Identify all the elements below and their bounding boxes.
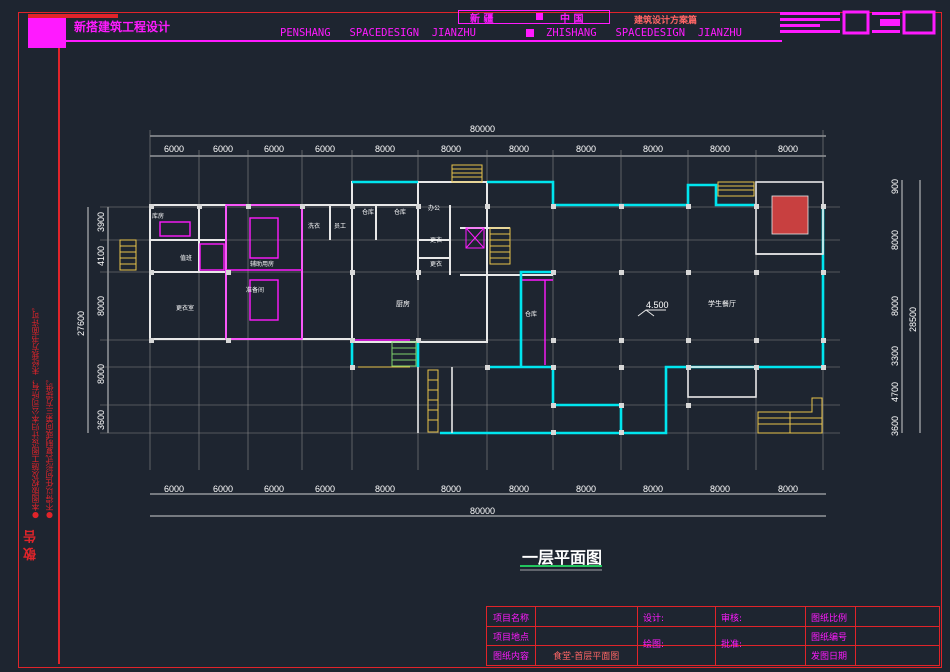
title-block: 项目名称 项目地点 图纸内容 食堂-首层平面图 设计: 绘图: 审核: 批准: … [486,606,940,666]
elevation-value: 4.500 [646,300,669,310]
room-warehouse2: 仓库 [394,208,406,216]
room-prep: 准备间 [246,286,264,294]
right-row-2: 8000 [890,230,900,250]
room-pantry: 库房 [152,212,164,220]
bay-bottom-4: 6000 [315,484,335,494]
bay-bottom-5: 8000 [375,484,395,494]
right-row-6: 3600 [890,416,900,436]
bay-bottom-2: 6000 [213,484,233,494]
room-changing: 更衣室 [176,304,194,312]
bay-top-10: 8000 [710,144,730,154]
number-label: 图纸编号 [811,633,848,643]
bay-bottom-8: 8000 [576,484,596,494]
approve-label: 批准: [721,640,743,650]
left-row-1: 3900 [96,212,106,232]
drawing-content-label: 图纸内容 [493,652,530,662]
room-dining: 学生餐厅 [708,299,736,308]
room-storage: 仓库 [525,310,537,318]
bay-top-1: 6000 [164,144,184,154]
bay-top-11: 8000 [778,144,798,154]
project-site-label: 项目地点 [493,633,530,643]
room-staff: 员工 [334,223,346,230]
review-label: 审核: [721,614,743,624]
left-row-2: 4100 [96,246,106,266]
project-name-label: 项目名称 [493,614,530,624]
bay-top-4: 6000 [315,144,335,154]
right-row-4: 3300 [890,346,900,366]
drawn-label: 绘图: [643,640,665,650]
right-row-3: 8000 [890,296,900,316]
right-row-1: 900 [890,179,900,194]
bay-top-6: 8000 [441,144,461,154]
bay-bottom-11: 8000 [778,484,798,494]
bay-top-2: 6000 [213,144,233,154]
left-row-3: 8000 [96,296,106,316]
bay-bottom-6: 8000 [441,484,461,494]
room-warehouse1: 仓库 [362,208,374,216]
room-kitchen: 厨房 [396,299,410,308]
dimension-labels: 80000 80000 6000 6000 6000 6000 8000 800… [76,124,918,516]
bay-top-7: 8000 [509,144,529,154]
left-row-5: 3600 [96,410,106,430]
scale-label: 图纸比例 [811,614,848,624]
bay-bottom-1: 6000 [164,484,184,494]
left-row-4: 8000 [96,364,106,384]
plan-title: 一层平面图 [522,548,603,567]
bay-bottom-10: 8000 [710,484,730,494]
room-restroom2: 更衣 [430,260,442,268]
date-label: 发图日期 [811,652,848,662]
right-total: 28500 [908,307,918,332]
right-row-5: 4700 [890,382,900,402]
room-restroom1: 更衣 [430,236,442,244]
bay-top-5: 8000 [375,144,395,154]
room-office: 办公 [428,204,440,212]
room-laundry: 洗衣 [308,222,320,230]
bay-top-8: 8000 [576,144,596,154]
room-auxiliary: 辅助用房 [250,260,274,268]
drawing-content-value: 食堂-首层平面图 [553,652,620,662]
bay-bottom-7: 8000 [509,484,529,494]
bay-top-9: 8000 [643,144,663,154]
design-label: 设计: [643,614,665,624]
overall-width-bottom: 80000 [470,506,495,516]
bay-top-3: 6000 [264,144,284,154]
bay-bottom-9: 8000 [643,484,663,494]
overall-width-top: 80000 [470,124,495,134]
left-total: 27600 [76,311,86,336]
room-guard: 值班 [180,254,192,262]
bay-bottom-3: 6000 [264,484,284,494]
